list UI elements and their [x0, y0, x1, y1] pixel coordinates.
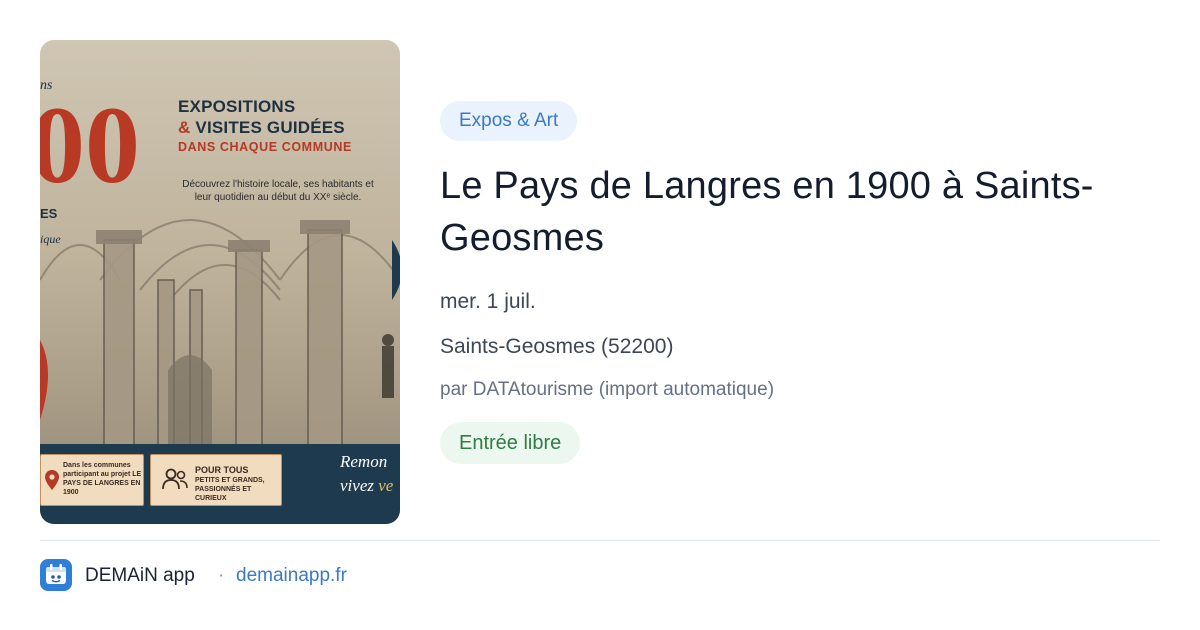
event-image[interactable]: ns 00 ES ique EXPOSITIONS & VISITES GUID… [40, 40, 400, 524]
people-icon [162, 468, 188, 490]
event-location: Saints-Geosmes (52200) [440, 335, 674, 358]
poster-title-line2: VISITES GUIDÉES [190, 118, 345, 137]
poster-info-communes-text: Dans les communes participant au projet … [63, 462, 142, 496]
poster-fragment-mid: ES [40, 206, 58, 221]
app-url-link[interactable]: demainapp.fr [236, 565, 347, 587]
app-logo-glyph [46, 564, 66, 584]
price-badge: Entrée libre [440, 422, 581, 464]
poster-description: Découvrez l'histoire locale, ses habitan… [182, 179, 374, 203]
footer-divider [40, 540, 1160, 541]
poster-subtitle: DANS CHAQUE COMMUNE [178, 140, 352, 154]
event-date: mer. 1 juil. [440, 290, 536, 313]
poster-title: EXPOSITIONS & VISITES GUIDÉES [178, 96, 388, 138]
location-pin-icon [45, 470, 59, 490]
poster-title-amp: & [178, 118, 191, 137]
event-title[interactable]: Le Pays de Langres en 1900 à Saints-Geos… [440, 160, 1160, 264]
poster-big-number: 00 [40, 84, 140, 206]
poster-info-audience-detail: PETITS ET GRANDS, PASSIONNÉS ET CURIEUX [195, 477, 265, 502]
poster-script-line1: Remon [340, 452, 388, 471]
poster-info-box-audience: POUR TOUS PETITS ET GRANDS, PASSIONNÉS E… [150, 454, 282, 506]
poster-script-line2b: ve [378, 476, 394, 495]
poster-info-box-communes: Dans les communes participant au projet … [40, 454, 144, 506]
demain-app-icon[interactable] [40, 559, 72, 591]
poster-fragment-italic: ique [40, 232, 61, 246]
footer-separator: · [218, 565, 225, 586]
poster-info-audience-text: POUR TOUS PETITS ET GRANDS, PASSIONNÉS E… [195, 465, 281, 503]
app-name: DEMAiN app [85, 565, 195, 586]
poster-script-line2a: vivez [340, 476, 379, 495]
category-badge[interactable]: Expos & Art [440, 101, 578, 141]
poster-script-text: Remon vivez ve [340, 450, 393, 498]
poster-title-line1: EXPOSITIONS [178, 97, 296, 116]
poster-info-audience-head: POUR TOUS [195, 465, 249, 475]
event-author: par DATAtourisme (import automatique) [440, 379, 775, 400]
